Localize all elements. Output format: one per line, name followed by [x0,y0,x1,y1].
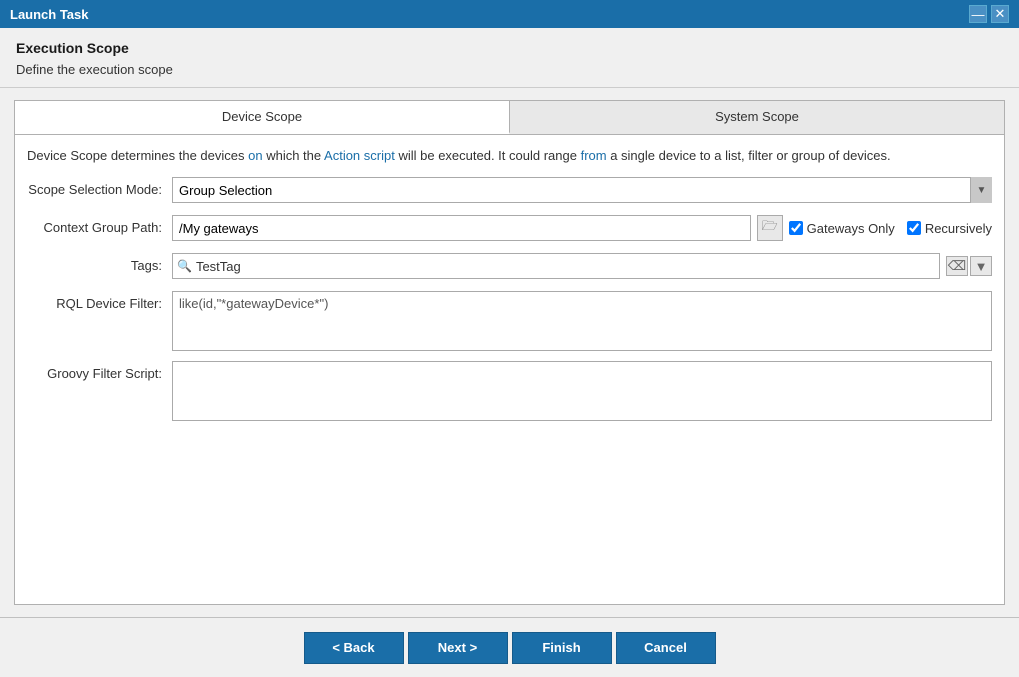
groovy-filter-script-label: Groovy Filter Script: [27,361,172,381]
rql-device-filter-label: RQL Device Filter: [27,291,172,311]
minimize-button[interactable]: — [969,5,987,23]
scope-selection-mode-row: Scope Selection Mode: Group Selection De… [27,177,992,205]
header-section: Execution Scope Define the execution sco… [0,28,1019,88]
context-group-path-label: Context Group Path: [27,215,172,235]
context-group-path-control: 🗁 Gateways Only Recursively [172,215,992,241]
finish-button[interactable]: Finish [512,632,612,664]
scope-selection-mode-control: Group Selection Device List Filter All D… [172,177,992,203]
groovy-filter-script-row: Groovy Filter Script: [27,361,992,421]
scope-selection-mode-select-wrapper: Group Selection Device List Filter All D… [172,177,992,203]
section-title: Execution Scope [16,40,1003,56]
window-title: Launch Task [10,7,89,22]
section-description: Define the execution scope [16,62,1003,77]
title-bar: Launch Task — ✕ [0,0,1019,28]
scope-selection-mode-select[interactable]: Group Selection Device List Filter All D… [172,177,992,203]
context-group-path-input[interactable] [172,215,751,241]
browse-icon[interactable]: 🗁 [757,215,783,241]
tags-dropdown-button[interactable]: ▼ [970,256,992,276]
close-icon: ✕ [995,6,1006,22]
tab-device-scope[interactable]: Device Scope [15,101,510,134]
cancel-button[interactable]: Cancel [616,632,716,664]
gateways-only-checkbox-row: Gateways Only Recursively [789,221,992,236]
rql-device-filter-row: RQL Device Filter: like(id,"*gatewayDevi… [27,291,992,351]
close-button[interactable]: ✕ [991,5,1009,23]
recursively-label: Recursively [925,221,992,236]
eraser-icon: ⌫ [948,258,966,274]
tags-input-container[interactable]: 🔍 TestTag [172,253,940,279]
tags-control: 🔍 TestTag ⌫ ▼ [172,253,992,279]
back-button[interactable]: < Back [304,632,404,664]
info-text: Device Scope determines the devices on w… [27,147,992,165]
tags-value: TestTag [196,259,935,274]
tabs-bar: Device Scope System Scope [14,100,1005,135]
tags-row: Tags: 🔍 TestTag ⌫ ▼ [27,253,992,281]
context-group-path-row: Context Group Path: 🗁 Gateways Only R [27,215,992,243]
tags-label: Tags: [27,253,172,273]
gateways-only-label: Gateways Only [807,221,895,236]
tags-search-icon: 🔍 [177,259,192,273]
tags-dropdown-icon: ▼ [975,259,988,274]
footer: < Back Next > Finish Cancel [0,617,1019,677]
rql-device-filter-input[interactable]: like(id,"*gatewayDevice*") [172,291,992,351]
tab-system-scope[interactable]: System Scope [510,101,1004,134]
scope-selection-mode-label: Scope Selection Mode: [27,177,172,197]
scope-select-arrow-icon: ▼ [970,177,992,203]
title-bar-controls: — ✕ [969,5,1009,23]
recursively-checkbox[interactable] [907,221,921,235]
gateways-only-checkbox[interactable] [789,221,803,235]
launch-task-window: Launch Task — ✕ Execution Scope Define t… [0,0,1019,677]
tags-clear-button[interactable]: ⌫ [946,256,968,276]
rql-device-filter-value: like(id,"*gatewayDevice*") [179,296,328,311]
tab-content-device-scope: Device Scope determines the devices on w… [14,135,1005,605]
groovy-filter-script-input[interactable] [172,361,992,421]
main-content: Device Scope System Scope Device Scope d… [0,88,1019,617]
minimize-icon: — [972,7,985,22]
tags-actions: ⌫ ▼ [946,256,992,276]
next-button[interactable]: Next > [408,632,508,664]
